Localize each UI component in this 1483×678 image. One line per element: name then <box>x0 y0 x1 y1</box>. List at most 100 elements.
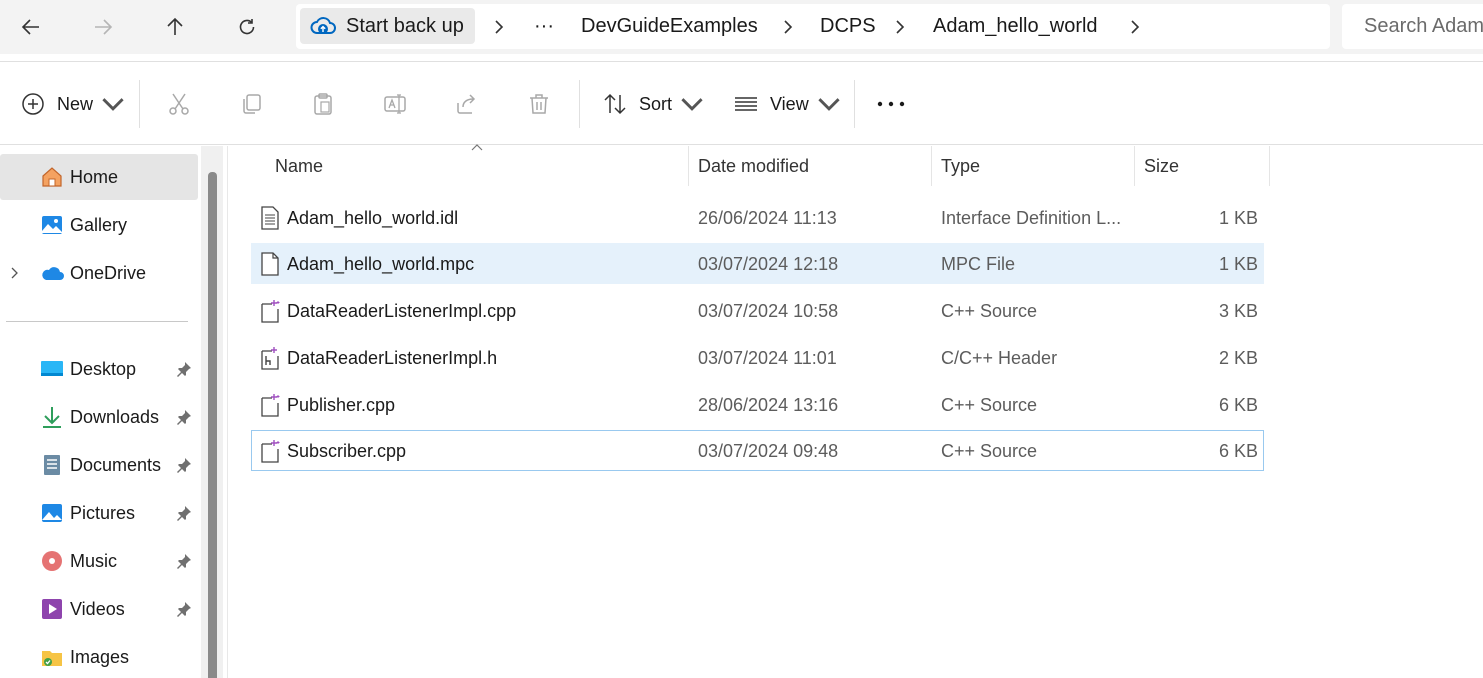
sidebar-item-label: Documents <box>70 454 162 475</box>
breadcrumb-home-label: Start back up <box>346 14 464 37</box>
sidebar-scrollbar[interactable] <box>201 146 223 678</box>
file-name: Publisher.cpp <box>287 395 396 415</box>
breadcrumb-separator[interactable] <box>778 4 798 49</box>
file-row[interactable]: DataReaderListenerImpl.cpp 03/07/2024 10… <box>251 290 1264 331</box>
sidebar-item-pictures[interactable]: Pictures <box>0 490 198 536</box>
chevron-right-icon <box>1131 19 1140 34</box>
column-separator[interactable] <box>1134 146 1135 186</box>
trash-icon <box>530 94 548 114</box>
cpp-file-icon <box>261 300 280 323</box>
file-row[interactable]: Adam_hello_world.mpc 03/07/2024 12:18 MP… <box>251 243 1264 284</box>
sidebar-item-downloads[interactable]: Downloads <box>0 394 198 440</box>
breadcrumb-overflow[interactable]: ··· <box>534 4 554 49</box>
downloads-icon <box>40 405 64 429</box>
copy-icon <box>243 94 261 114</box>
clipboard-icon <box>314 93 332 115</box>
search-input[interactable]: Search Adam_hello_world <box>1342 4 1483 49</box>
sidebar-item-label: Desktop <box>70 358 137 379</box>
column-separator[interactable] <box>931 146 932 186</box>
sidebar-item-home[interactable]: Home <box>0 154 198 200</box>
file-row[interactable]: DataReaderListenerImpl.h 03/07/2024 11:0… <box>251 337 1264 378</box>
column-separator[interactable] <box>688 146 689 186</box>
sidebar-item-videos[interactable]: Videos <box>0 586 198 632</box>
file-size: 3 KB <box>1218 301 1258 321</box>
sidebar-item-gallery[interactable]: Gallery <box>0 202 198 248</box>
file-size: 1 KB <box>1218 208 1258 228</box>
new-button-label: New <box>57 93 94 114</box>
pane-divider[interactable] <box>227 146 228 678</box>
file-name: Adam_hello_world.idl <box>287 208 459 228</box>
cloud-sync-icon <box>310 17 336 34</box>
refresh-button[interactable] <box>228 8 266 46</box>
sort-button[interactable]: Sort <box>603 84 704 124</box>
sidebar-item-label: Music <box>70 550 118 571</box>
delete-button[interactable] <box>525 90 553 118</box>
pin-icon[interactable] <box>176 457 192 473</box>
pin-icon[interactable] <box>176 361 192 377</box>
rename-button[interactable] <box>381 90 409 118</box>
file-type: Interface Definition L... <box>941 208 1121 228</box>
breadcrumb-item-current[interactable]: Adam_hello_world <box>933 4 1098 49</box>
desktop-icon <box>40 357 64 381</box>
more-options-button[interactable] <box>877 84 905 124</box>
file-date-modified: 03/07/2024 12:18 <box>698 254 839 274</box>
arrow-left-icon <box>21 19 39 35</box>
breadcrumb-item-devguideexamples[interactable]: DevGuideExamples <box>581 4 758 49</box>
chevron-right-icon <box>495 19 504 34</box>
onedrive-icon <box>40 261 64 285</box>
file-type: C++ Source <box>941 301 1038 321</box>
file-name: DataReaderListenerImpl.cpp <box>287 301 517 321</box>
command-bar: New Sort View <box>0 61 1483 145</box>
arrow-right-icon <box>95 19 113 35</box>
pin-icon[interactable] <box>176 409 192 425</box>
new-button[interactable]: New <box>21 84 125 124</box>
column-header-size[interactable]: Size <box>1144 146 1179 186</box>
chevron-down-icon <box>681 98 703 111</box>
file-row[interactable]: Adam_hello_world.idl 26/06/2024 11:13 In… <box>251 197 1264 238</box>
sidebar-item-desktop[interactable]: Desktop <box>0 346 198 392</box>
command-divider <box>579 80 580 128</box>
file-type: MPC File <box>941 254 1016 274</box>
command-divider <box>854 80 855 128</box>
sidebar-item-onedrive[interactable]: OneDrive <box>0 250 198 296</box>
sidebar-divider <box>6 321 188 322</box>
view-button-label: View <box>770 93 809 114</box>
pin-icon[interactable] <box>176 553 192 569</box>
file-row[interactable]: Subscriber.cpp 03/07/2024 09:48 C++ Sour… <box>251 430 1264 471</box>
file-row[interactable]: Publisher.cpp 28/06/2024 13:16 C++ Sourc… <box>251 384 1264 425</box>
sidebar-item-music[interactable]: Music <box>0 538 198 584</box>
copy-button[interactable] <box>237 90 265 118</box>
back-button[interactable] <box>12 8 50 46</box>
paste-button[interactable] <box>309 90 337 118</box>
forward-button[interactable] <box>84 8 122 46</box>
sidebar-item-images[interactable]: Images <box>0 634 198 678</box>
breadcrumb-item-dcps[interactable]: DCPS <box>820 4 876 49</box>
column-separator[interactable] <box>1269 146 1270 186</box>
view-button[interactable]: View <box>734 84 841 124</box>
breadcrumb-separator[interactable] <box>489 4 509 49</box>
breadcrumb-home[interactable]: Start back up <box>300 8 475 44</box>
sidebar-item-label: Videos <box>70 598 125 619</box>
address-row: Start back up ··· DevGuideExamples DCPS … <box>0 0 1483 54</box>
navigation-pane: Home Gallery OneDrive Desktop Downloads … <box>0 146 223 678</box>
scissors-icon <box>169 93 189 115</box>
chevron-down-icon <box>818 98 840 111</box>
breadcrumb-separator[interactable] <box>1125 4 1145 49</box>
sidebar-item-documents[interactable]: Documents <box>0 442 198 488</box>
plus-circle-icon <box>22 93 44 115</box>
breadcrumb-separator[interactable] <box>890 4 910 49</box>
cut-button[interactable] <box>165 90 193 118</box>
pin-icon[interactable] <box>176 505 192 521</box>
sort-button-label: Sort <box>639 93 673 114</box>
column-header-type[interactable]: Type <box>941 146 980 186</box>
share-button[interactable] <box>453 90 481 118</box>
chevron-right-icon[interactable] <box>10 267 20 279</box>
videos-icon <box>40 597 64 621</box>
column-header-name[interactable]: Name <box>275 146 323 186</box>
file-date-modified: 26/06/2024 11:13 <box>698 208 837 228</box>
column-header-date-modified[interactable]: Date modified <box>698 146 809 186</box>
pin-icon[interactable] <box>176 601 192 617</box>
breadcrumb[interactable]: Start back up ··· DevGuideExamples DCPS … <box>296 4 1330 49</box>
up-button[interactable] <box>156 8 194 46</box>
sidebar-scrollbar-thumb[interactable] <box>208 172 217 678</box>
